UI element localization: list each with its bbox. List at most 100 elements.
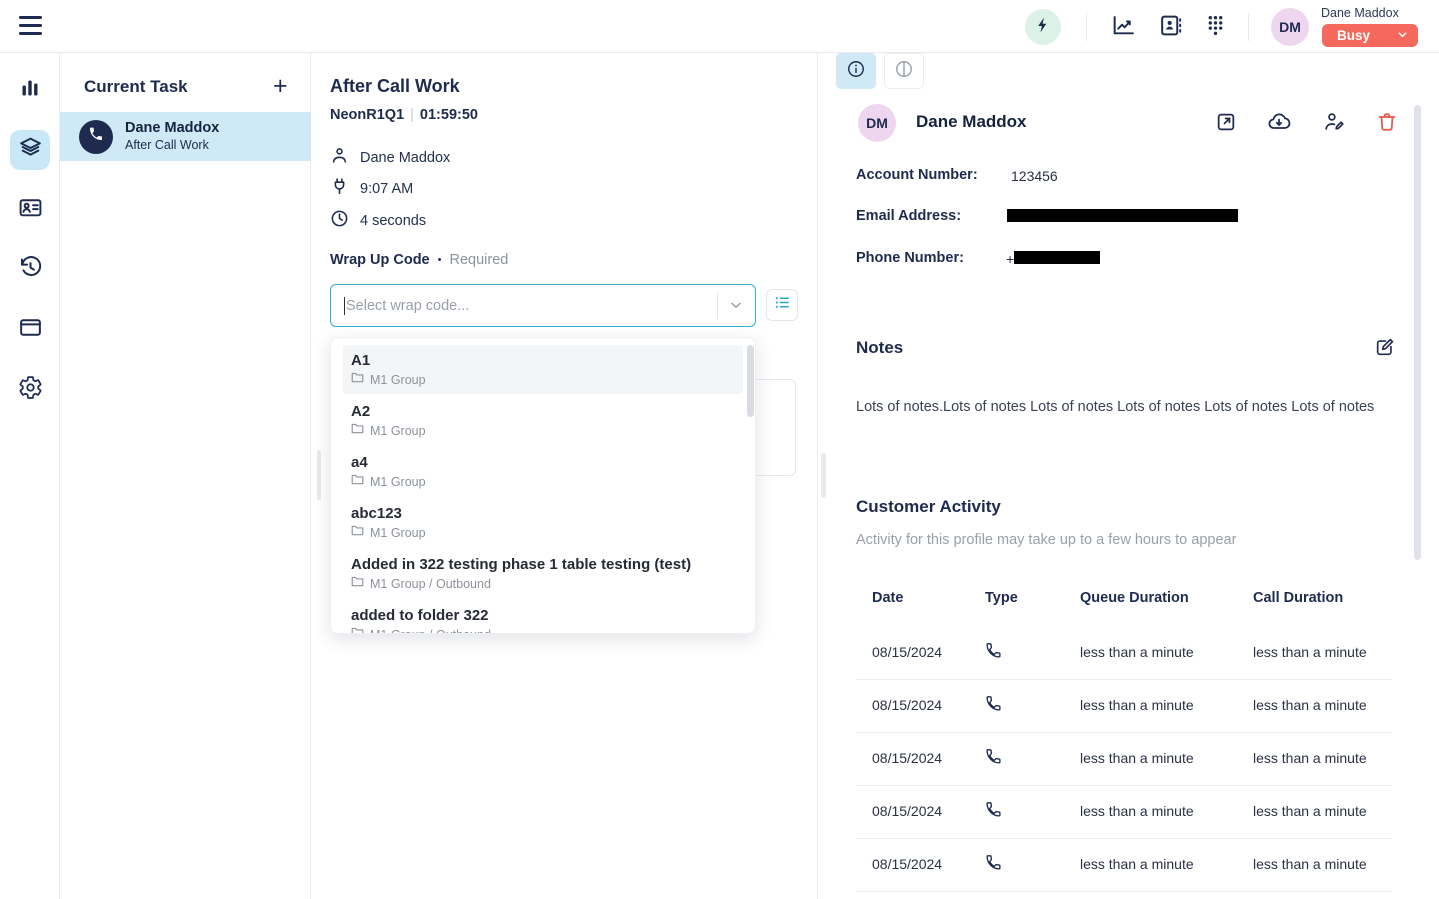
- delete-contact-button[interactable]: [1374, 111, 1400, 137]
- wrap-code-option[interactable]: a4 M1 Group: [343, 447, 743, 496]
- wrap-code-select[interactable]: Select wrap code...: [330, 284, 756, 327]
- col-header-date: Date: [872, 590, 903, 606]
- wrap-code-option[interactable]: added to folder 322 M1 Group / Outbound: [343, 600, 743, 634]
- status-dropdown[interactable]: Busy: [1322, 24, 1418, 47]
- acw-countdown: 01:59:50: [420, 107, 478, 123]
- contact-row: Dane Maddox: [330, 146, 450, 169]
- folder-icon: [351, 422, 364, 440]
- row-separator: [856, 785, 1392, 786]
- plug-icon: [330, 177, 349, 200]
- acw-subtitle: NeonR1Q1|01:59:50: [330, 107, 478, 123]
- customer-activity-title: Customer Activity: [856, 497, 1001, 517]
- chevron-down-icon: [1397, 28, 1408, 43]
- wrap-code-option[interactable]: Added in 322 testing phase 1 table testi…: [343, 549, 743, 598]
- info-icon: [846, 59, 866, 84]
- option-label: a4: [351, 453, 735, 472]
- start-time: 9:07 AM: [360, 181, 413, 197]
- contacts-button[interactable]: [1156, 14, 1184, 42]
- quick-actions-button[interactable]: [1025, 9, 1061, 45]
- edit-contact-button[interactable]: [1321, 111, 1347, 137]
- wrap-code-option[interactable]: A2 M1 Group: [343, 396, 743, 445]
- sidebar-item-browser[interactable]: [10, 310, 50, 350]
- activity-row-queue: less than a minute: [1080, 856, 1194, 872]
- status-label: Busy: [1337, 28, 1370, 43]
- sidebar-item-settings[interactable]: [10, 370, 50, 410]
- browse-wrap-codes-button[interactable]: [766, 289, 798, 321]
- current-task-panel: Current Task + Dane Maddox After Call Wo…: [60, 53, 311, 899]
- option-group: M1 Group: [370, 423, 426, 440]
- phone-prefix: +: [1006, 251, 1014, 267]
- open-profile-button[interactable]: [1213, 111, 1239, 137]
- acw-title: After Call Work: [330, 76, 460, 97]
- wrap-code-placeholder: Select wrap code...: [346, 298, 469, 314]
- option-group: M1 Group / Outbound: [370, 627, 491, 635]
- start-time-row: 9:07 AM: [330, 177, 413, 200]
- topbar-user-name: Dane Maddox: [1321, 6, 1399, 20]
- open-in-new-icon: [1215, 111, 1237, 138]
- pencil-square-icon: [1374, 336, 1396, 363]
- dropdown-scrollbar[interactable]: [747, 345, 754, 417]
- text-cursor: [344, 297, 345, 315]
- task-panel-title: Current Task: [84, 77, 188, 97]
- dialpad-button[interactable]: [1201, 14, 1229, 42]
- option-label: abc123: [351, 504, 735, 523]
- tab-ai-insights[interactable]: [884, 53, 924, 89]
- user-avatar[interactable]: DM: [1271, 8, 1309, 46]
- activity-row-date: 08/15/2024: [872, 644, 942, 660]
- sidebar-item-contacts[interactable]: [10, 190, 50, 230]
- email-label: Email Address:: [856, 208, 961, 224]
- phone-icon: [88, 126, 104, 147]
- cloud-download-icon: [1267, 110, 1291, 139]
- panel-scrollbar[interactable]: [317, 450, 321, 500]
- option-group: M1 Group: [370, 474, 426, 491]
- download-profile-button[interactable]: [1266, 111, 1292, 137]
- panel-scrollbar[interactable]: [821, 453, 826, 498]
- task-list-item[interactable]: Dane Maddox After Call Work: [60, 112, 311, 161]
- activity-row-queue: less than a minute: [1080, 750, 1194, 766]
- sidebar-item-tasks[interactable]: [10, 130, 50, 170]
- contact-card-icon: [18, 195, 43, 225]
- option-label: A2: [351, 402, 735, 421]
- lightning-icon: [1034, 16, 1052, 39]
- sidebar-item-analytics[interactable]: [10, 70, 50, 110]
- history-icon: [18, 255, 43, 285]
- task-avatar: [79, 120, 113, 154]
- activity-row-call: less than a minute: [1253, 697, 1367, 713]
- option-label: A1: [351, 351, 735, 370]
- window-icon: [18, 315, 43, 345]
- profile-name: Dane Maddox: [916, 112, 1027, 132]
- wrap-code-option[interactable]: abc123 M1 Group: [343, 498, 743, 547]
- profile-scrollbar[interactable]: [1414, 105, 1421, 560]
- notes-title: Notes: [856, 338, 903, 358]
- wrap-code-option[interactable]: A1 M1 Group: [343, 345, 743, 394]
- col-header-type: Type: [985, 590, 1018, 606]
- after-call-work-panel: After Call Work NeonR1Q1|01:59:50 Dane M…: [311, 53, 818, 899]
- line-chart-icon: [1111, 13, 1136, 43]
- folder-icon: [351, 371, 364, 389]
- topbar-divider: [1248, 13, 1249, 41]
- profile-avatar: DM: [858, 104, 896, 142]
- folder-icon: [351, 524, 364, 542]
- option-group: M1 Group: [370, 372, 426, 389]
- wrapup-label-row: Wrap Up Code•Required: [330, 252, 508, 268]
- row-separator: [856, 838, 1392, 839]
- phone-redacted-value: [1014, 251, 1100, 264]
- phone-icon: [985, 642, 1002, 664]
- phone-icon: [985, 854, 1002, 876]
- hamburger-menu-button[interactable]: [19, 16, 42, 37]
- sidebar-item-history[interactable]: [10, 250, 50, 290]
- tab-profile-info[interactable]: [836, 53, 876, 89]
- chevron-down-icon[interactable]: [729, 298, 743, 317]
- col-header-queue-duration: Queue Duration: [1080, 590, 1189, 606]
- add-task-button[interactable]: +: [273, 72, 288, 101]
- activity-row-queue: less than a minute: [1080, 644, 1194, 660]
- agent-desktop: DM Dane Maddox Busy: [0, 0, 1439, 899]
- duration-row: 4 seconds: [330, 209, 426, 232]
- address-book-icon: [1158, 13, 1183, 43]
- analytics-button[interactable]: [1109, 14, 1137, 42]
- phone-label: Phone Number:: [856, 250, 964, 266]
- activity-row-date: 08/15/2024: [872, 750, 942, 766]
- clock-icon: [330, 209, 349, 232]
- activity-row-queue: less than a minute: [1080, 803, 1194, 819]
- edit-notes-button[interactable]: [1372, 336, 1398, 362]
